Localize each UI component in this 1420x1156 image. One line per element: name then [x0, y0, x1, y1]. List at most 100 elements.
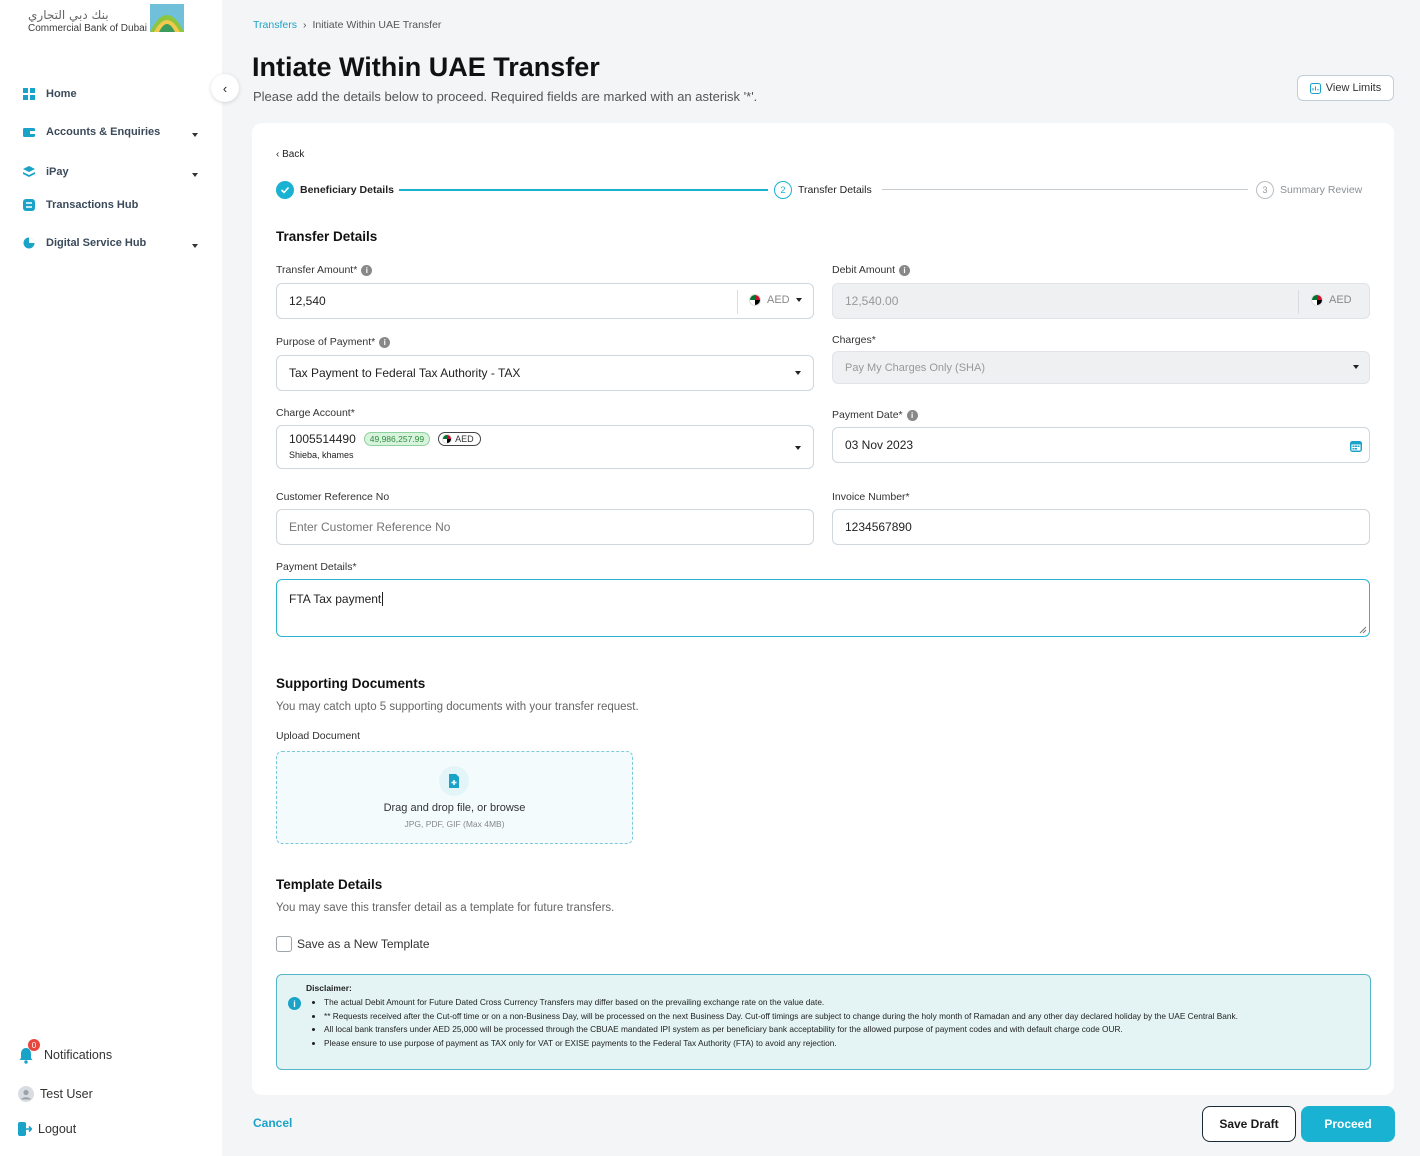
- layers-icon: [23, 166, 35, 177]
- step-label: Beneficiary Details: [300, 184, 394, 196]
- currency-code: AED: [767, 294, 790, 306]
- invoice-number-input[interactable]: 1234567890: [832, 509, 1370, 545]
- info-icon[interactable]: i: [361, 264, 373, 276]
- charges-label: Charges*: [832, 334, 876, 346]
- breadcrumb-link-transfers[interactable]: Transfers: [253, 19, 297, 31]
- currency-selector[interactable]: AED: [749, 294, 802, 306]
- step-connector-pending: [882, 189, 1248, 190]
- file-upload-icon: [439, 766, 469, 796]
- dropzone-text: Drag and drop file, or browse: [383, 802, 526, 814]
- info-icon[interactable]: i: [906, 409, 918, 421]
- disclaimer-box: i Disclaimer: The actual Debit Amount fo…: [276, 974, 1371, 1070]
- sidebar-item-label: Accounts & Enquiries: [46, 126, 161, 138]
- wallet-icon: [23, 128, 35, 137]
- chevron-left-icon: ‹: [276, 149, 280, 160]
- text-cursor: [382, 592, 384, 606]
- transfer-amount-value: 12,540: [289, 294, 326, 308]
- cancel-button[interactable]: Cancel: [253, 1116, 292, 1130]
- invoice-number-label: Invoice Number*: [832, 491, 910, 503]
- sidebar: بنك دبي التجاري Commercial Bank of Dubai…: [0, 0, 222, 1156]
- step-label: Transfer Details: [798, 184, 872, 196]
- sidebar-item-digital-service-hub[interactable]: Digital Service Hub: [22, 233, 146, 253]
- uae-flag-icon: [1311, 294, 1323, 306]
- label-text: Purpose of Payment*: [276, 336, 376, 348]
- page-subtitle: Please add the details below to proceed.…: [253, 89, 758, 104]
- save-template-label[interactable]: Save as a New Template: [297, 937, 430, 951]
- view-limits-button[interactable]: View Limits: [1297, 75, 1394, 101]
- breadcrumb: Transfers › Initiate Within UAE Transfer: [253, 19, 441, 31]
- section-title-template-details: Template Details: [276, 877, 383, 892]
- purpose-select[interactable]: Tax Payment to Federal Tax Authority - T…: [276, 355, 814, 391]
- payment-date-input[interactable]: 03 Nov 2023: [832, 427, 1370, 463]
- charge-account-content: 1005514490 49,986,257.99 AED Shieba, kha…: [289, 432, 481, 460]
- disclaimer-item: Please ensure to use purpose of payment …: [324, 1037, 1354, 1051]
- user-name: Test User: [40, 1087, 93, 1101]
- breadcrumb-separator-icon: ›: [302, 19, 307, 31]
- save-template-checkbox[interactable]: [276, 936, 292, 952]
- step-transfer-details: 2 Transfer Details: [774, 181, 872, 199]
- account-number: 1005514490: [289, 432, 356, 446]
- logo-english-text: Commercial Bank of Dubai: [28, 23, 147, 34]
- debit-amount-input: 12,540.00 AED: [832, 283, 1370, 319]
- avatar: [18, 1086, 34, 1102]
- debit-amount-value: 12,540.00: [845, 294, 899, 308]
- notification-count-badge: 0: [28, 1039, 40, 1051]
- sidebar-item-transactions-hub[interactable]: Transactions Hub: [22, 195, 138, 215]
- disclaimer-item: ** Requests received after the Cut-off t…: [324, 1010, 1354, 1024]
- file-dropzone[interactable]: Drag and drop file, or browse JPG, PDF, …: [276, 751, 633, 844]
- info-icon[interactable]: i: [379, 336, 391, 348]
- back-label: Back: [282, 149, 305, 160]
- uae-flag-icon: [442, 434, 453, 444]
- step-connector-complete: [399, 189, 768, 191]
- info-icon[interactable]: i: [899, 264, 911, 276]
- logout-label: Logout: [38, 1122, 77, 1136]
- charges-value: Pay My Charges Only (SHA): [845, 361, 985, 374]
- sidebar-item-ipay[interactable]: iPay: [22, 162, 69, 182]
- back-link[interactable]: ‹ Back: [276, 149, 304, 160]
- sidebar-item-home[interactable]: Home: [22, 84, 77, 104]
- save-draft-button[interactable]: Save Draft: [1202, 1106, 1296, 1142]
- calendar-icon[interactable]: [1349, 439, 1363, 453]
- sidebar-item-accounts[interactable]: Accounts & Enquiries: [22, 122, 160, 142]
- bell-icon-wrap: 0: [18, 1039, 40, 1064]
- chevron-down-icon: [795, 371, 801, 375]
- transfer-amount-input[interactable]: 12,540 AED: [276, 283, 814, 319]
- chevron-down-icon[interactable]: [192, 133, 198, 137]
- account-holder-name: Shieba, khames: [289, 450, 354, 460]
- collapse-sidebar-button[interactable]: ‹: [211, 74, 239, 102]
- chevron-left-icon: ‹: [222, 80, 228, 96]
- customer-reference-input[interactable]: [276, 509, 814, 545]
- section-title-supporting-documents: Supporting Documents: [276, 676, 426, 691]
- pie-icon: [23, 237, 35, 249]
- check-icon: [276, 181, 294, 199]
- sidebar-item-label: Home: [46, 88, 77, 100]
- proceed-button[interactable]: Proceed: [1301, 1106, 1395, 1142]
- currency-code: AED: [455, 434, 474, 444]
- step-number: 2: [774, 181, 792, 199]
- notifications-button[interactable]: 0 Notifications: [18, 1039, 112, 1064]
- customer-ref-label: Customer Reference No: [276, 491, 389, 503]
- balance-badge: 49,986,257.99: [363, 432, 431, 446]
- purpose-label: Purpose of Payment* i: [276, 336, 391, 348]
- charge-account-select[interactable]: 1005514490 49,986,257.99 AED Shieba, kha…: [276, 425, 814, 469]
- purpose-value: Tax Payment to Federal Tax Authority - T…: [289, 366, 521, 380]
- info-icon: i: [288, 997, 301, 1010]
- chevron-down-icon[interactable]: [192, 173, 198, 177]
- debit-currency: AED: [1311, 294, 1352, 306]
- payment-details-textarea[interactable]: FTA Tax payment: [276, 579, 1370, 637]
- logout-button[interactable]: Logout: [18, 1121, 76, 1137]
- chevron-down-icon: [795, 446, 801, 450]
- chevron-down-icon[interactable]: [192, 244, 198, 248]
- bank-logo[interactable]: بنك دبي التجاري Commercial Bank of Dubai: [26, 4, 186, 38]
- debit-amount-label: Debit Amount i: [832, 264, 911, 276]
- user-profile-button[interactable]: Test User: [18, 1086, 93, 1102]
- exchange-icon: [23, 199, 35, 211]
- chevron-down-icon: [795, 298, 802, 302]
- step-summary-review: 3 Summary Review: [1256, 181, 1362, 199]
- chevron-down-icon: [1353, 365, 1359, 369]
- label-text: Payment Date*: [832, 409, 903, 421]
- payment-date-label: Payment Date* i: [832, 409, 918, 421]
- section-title-transfer-details: Transfer Details: [276, 229, 378, 244]
- resize-handle-icon[interactable]: [1359, 626, 1367, 634]
- label-text: Customer Reference No: [276, 491, 390, 503]
